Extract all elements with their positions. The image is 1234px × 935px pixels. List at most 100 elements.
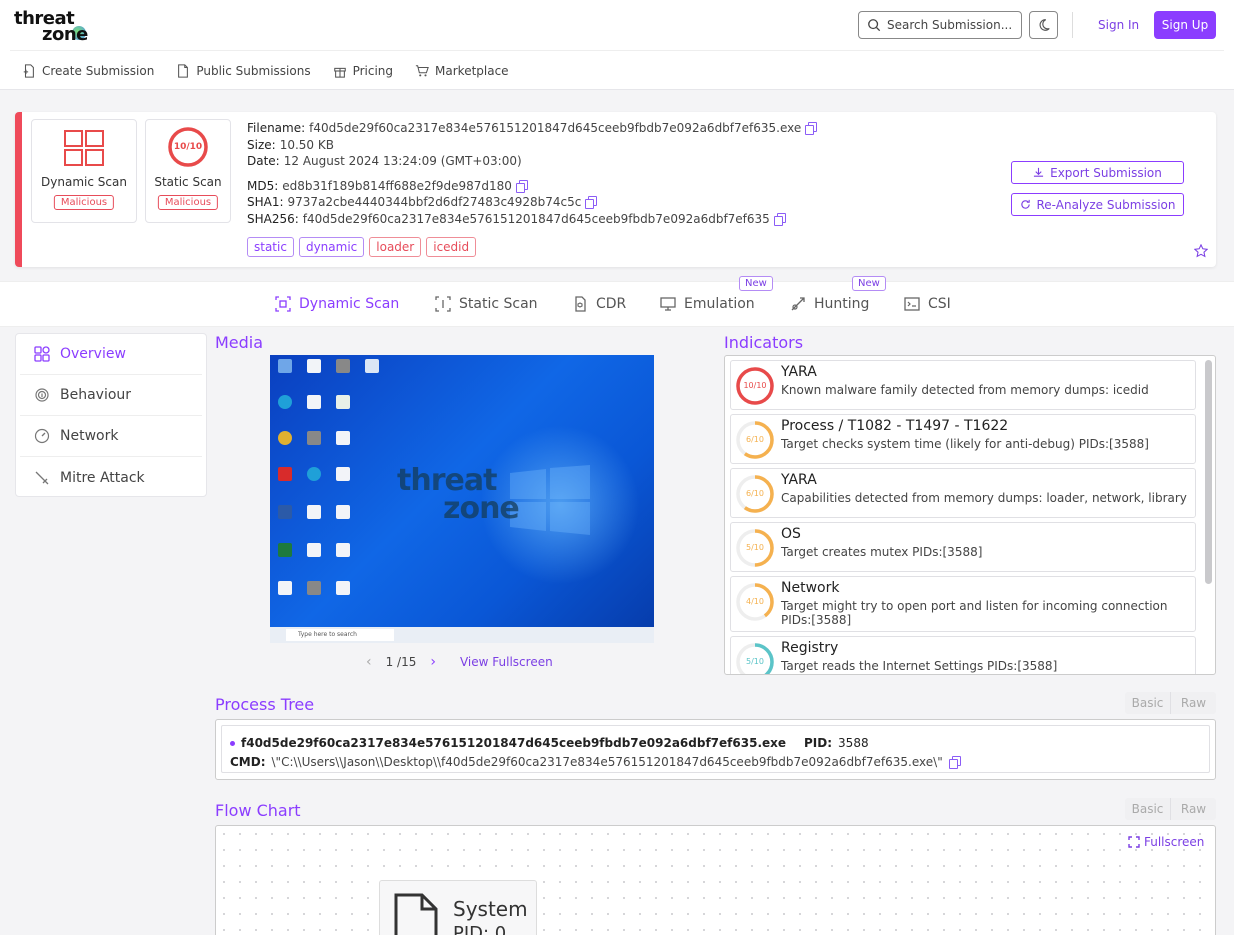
tag-dynamic[interactable]: dynamic — [298, 237, 365, 257]
theme-toggle-button[interactable] — [1029, 11, 1058, 39]
desktop-icon — [336, 431, 350, 445]
taskbar-search: Type here to search — [286, 629, 394, 641]
pid-label: PID: — [804, 736, 833, 750]
prev-arrow-icon[interactable]: ‹ — [366, 654, 372, 670]
size-value: 10.50 KB — [279, 137, 334, 152]
indicator-card[interactable]: 5/10 Registry Target reads the Internet Se… — [730, 636, 1196, 674]
tab-dynamic-scan[interactable]: Dynamic Scan — [275, 296, 399, 312]
indicator-card[interactable]: 4/10 Network Target might try to open port… — [730, 576, 1196, 632]
copy-icon[interactable] — [585, 196, 598, 210]
gift-icon — [333, 67, 346, 78]
desktop-icon — [278, 543, 292, 557]
sidebar-item-behaviour[interactable]: Behaviour — [20, 375, 202, 416]
process-tree-view-toggle: Basic Raw — [1125, 692, 1216, 714]
grid-icon — [34, 346, 50, 362]
severity-score: 4/10 — [746, 597, 764, 606]
md5-value: ed8b31f189b814ff688e2f9de987d180 — [282, 178, 512, 193]
desktop-icon — [336, 581, 350, 595]
search-placeholder: Search Submission... — [887, 18, 1013, 32]
next-arrow-icon[interactable]: › — [430, 654, 436, 670]
indicator-description: Target checks system time (likely for an… — [781, 437, 1149, 451]
media-pager: ‹ 1 /15 › View Fullscreen — [366, 654, 553, 670]
indicator-description: Target creates mutex PIDs:[3588] — [781, 545, 983, 559]
copy-icon[interactable] — [773, 212, 786, 226]
desktop-icon — [336, 395, 350, 409]
tag-static[interactable]: static — [247, 237, 294, 257]
process-dot-icon — [230, 740, 235, 746]
dynamic-scan-card[interactable]: Dynamic Scan Malicious — [31, 119, 137, 223]
flow-chart-title: Flow Chart — [215, 801, 301, 820]
tag-loader[interactable]: loader — [369, 237, 422, 257]
indicators-scrollbar[interactable] — [1205, 360, 1212, 584]
desktop-icon — [336, 467, 350, 481]
tab-emulation[interactable]: Emulation — [660, 296, 755, 312]
flow-chart-view-toggle: Basic Raw — [1125, 798, 1216, 820]
flow-fullscreen-label: Fullscreen — [1144, 835, 1205, 849]
terminal-icon — [904, 297, 920, 311]
tab-label: Dynamic Scan — [299, 296, 400, 312]
indicator-card[interactable]: 6/10 Process / T1082 - T1497 - T1622 Targe… — [730, 414, 1196, 464]
indicator-title: Network — [781, 580, 840, 596]
export-submission-button[interactable]: Export Submission — [1011, 161, 1184, 184]
process-node[interactable]: f40d5de29f60ca2317e834e576151201847d645c… — [221, 725, 1210, 773]
indicators-list: 10/10 YARA Known malware family detected f… — [724, 355, 1216, 675]
basic-toggle-button[interactable]: Basic — [1125, 692, 1171, 714]
reanalyze-label: Re-Analyze Submission — [1036, 197, 1176, 212]
sidebar-label: Overview — [60, 346, 126, 362]
indicator-card[interactable]: 10/10 YARA Known malware family detected f… — [730, 360, 1196, 410]
copy-icon[interactable] — [948, 756, 961, 769]
flow-chart-canvas[interactable]: Fullscreen System PID: 0 — [215, 825, 1216, 935]
moon-icon — [1039, 19, 1050, 31]
sidebar-item-mitre-attack[interactable]: Mitre Attack — [20, 457, 202, 498]
nav-pricing[interactable]: Pricing — [333, 64, 393, 78]
sidebar-label: Mitre Attack — [60, 469, 145, 486]
desktop-icon — [336, 543, 350, 557]
watermark-zone: zone — [443, 491, 520, 526]
severity-ring: 10/10 — [735, 366, 775, 406]
indicator-card[interactable]: 6/10 YARA Capabilities detected from memor… — [730, 468, 1196, 518]
desktop-icon — [278, 581, 292, 595]
sidebar-item-network[interactable]: Network — [20, 416, 202, 457]
sha256-value: f40d5de29f60ca2317e834e576151201847d645c… — [302, 211, 770, 226]
copy-icon[interactable] — [805, 122, 818, 136]
indicator-card[interactable]: 5/10 OS Target creates mutex PIDs:[3588] — [730, 522, 1196, 572]
sign-up-button[interactable]: Sign Up — [1154, 11, 1216, 39]
indicators-title: Indicators — [724, 333, 804, 352]
sandbox-screenshot[interactable]: threat zone Type here to search — [270, 355, 654, 643]
gauge-icon — [34, 428, 50, 444]
process-tree-title: Process Tree — [215, 695, 315, 714]
raw-toggle-button[interactable]: Raw — [1171, 798, 1216, 820]
indicator-description: Known malware family detected from memor… — [781, 383, 1149, 397]
flow-node-system[interactable]: System PID: 0 — [379, 880, 537, 935]
tab-static-scan[interactable]: Static Scan — [435, 296, 538, 312]
indicator-title: YARA — [781, 472, 817, 488]
basic-toggle-button[interactable]: Basic — [1125, 798, 1171, 820]
process-tree-panel: f40d5de29f60ca2317e834e576151201847d645c… — [215, 719, 1216, 780]
nav-public-submissions[interactable]: Public Submissions — [176, 64, 311, 78]
tab-cdr[interactable]: CDR — [572, 296, 626, 312]
desktop-icon — [307, 467, 321, 481]
tab-csi[interactable]: CSI — [904, 296, 951, 312]
threatzone-logo[interactable]: threat zone — [14, 8, 104, 45]
sidebar-item-overview[interactable]: Overview — [20, 334, 202, 375]
search-submission-input[interactable]: Search Submission... — [858, 11, 1022, 39]
copy-icon[interactable] — [515, 179, 528, 193]
filename-value: f40d5de29f60ca2317e834e576151201847d645c… — [309, 121, 802, 135]
flow-fullscreen-button[interactable]: Fullscreen — [1128, 835, 1204, 849]
severity-ring: 6/10 — [735, 420, 775, 460]
submission-summary-card: Dynamic Scan Malicious 10/10 Static Scan… — [15, 112, 1216, 267]
tag-icedid[interactable]: icedid — [426, 237, 477, 257]
nav-marketplace[interactable]: Marketplace — [415, 64, 509, 78]
tab-hunting[interactable]: Hunting — [790, 296, 869, 312]
reanalyze-submission-button[interactable]: Re-Analyze Submission — [1011, 193, 1184, 216]
view-fullscreen-link[interactable]: View Fullscreen — [460, 655, 553, 669]
date-value: 12 August 2024 13:24:09 (GMT+03:00) — [283, 154, 522, 168]
static-scan-card[interactable]: 10/10 Static Scan Malicious — [145, 119, 231, 223]
tab-label: Emulation — [684, 296, 755, 312]
tab-label: CDR — [596, 296, 627, 312]
nav-create-submission[interactable]: Create Submission — [22, 64, 154, 78]
raw-toggle-button[interactable]: Raw — [1171, 692, 1216, 714]
star-icon[interactable] — [1194, 244, 1208, 258]
sign-in-link[interactable]: Sign In — [1090, 12, 1147, 38]
static-verdict-badge: Malicious — [157, 195, 219, 210]
